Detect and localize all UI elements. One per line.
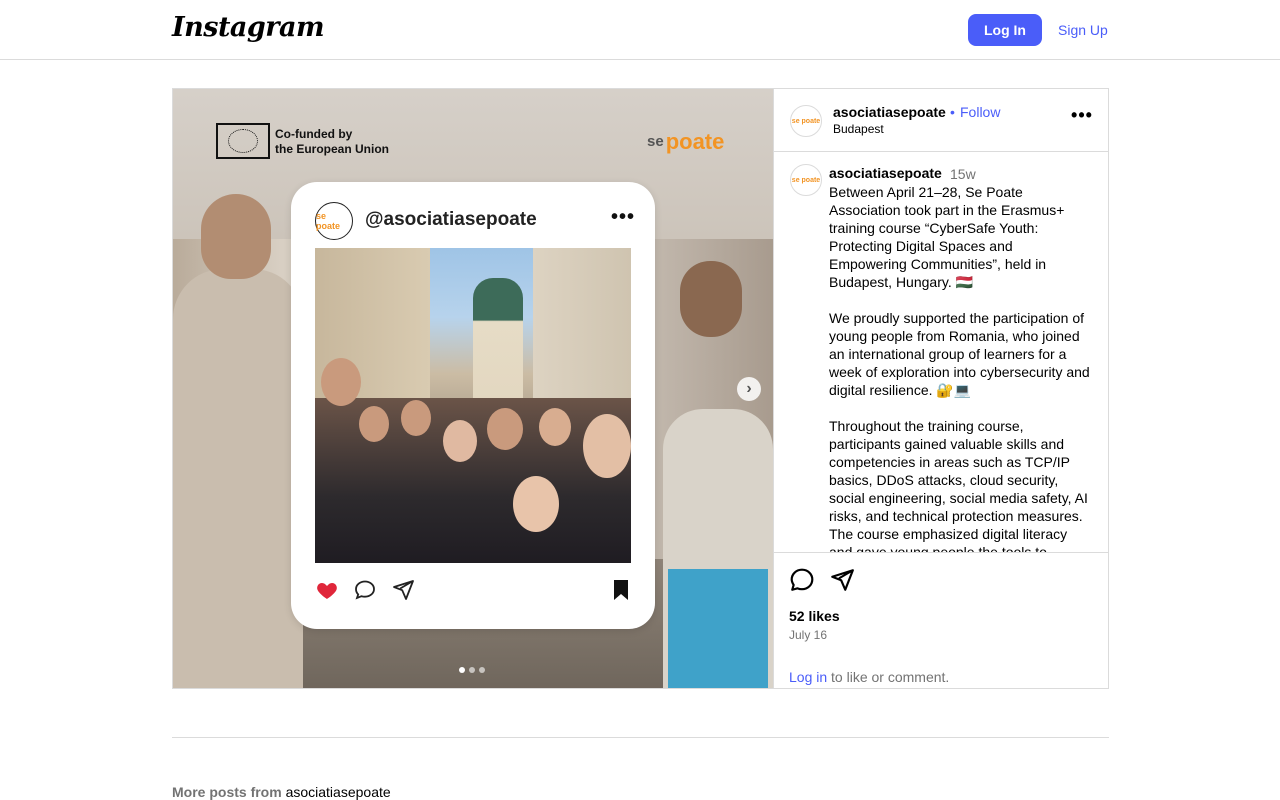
carousel-dot xyxy=(469,667,475,673)
post-side-panel: se poate asociatiasepoate • Follow Budap… xyxy=(773,89,1109,688)
follow-button[interactable]: Follow xyxy=(960,104,1000,120)
photo-face xyxy=(443,420,477,462)
caption-avatar[interactable]: se poate xyxy=(790,164,822,196)
photo-face xyxy=(583,414,631,478)
media-person-right-head xyxy=(680,261,742,337)
more-posts-username[interactable]: asociatiasepoate xyxy=(286,784,391,800)
caption-area[interactable]: se poate asociatiasepoate 15w Between Ap… xyxy=(774,152,1109,552)
photo-face xyxy=(487,408,523,450)
comment-icon[interactable] xyxy=(789,567,815,593)
card-photo xyxy=(315,248,631,563)
caption-timestamp[interactable]: 15w xyxy=(950,166,976,182)
comment-icon xyxy=(355,580,375,600)
eu-cofunded-text: Co-funded by the European Union xyxy=(275,127,389,156)
card-more-icon: ••• xyxy=(611,206,636,228)
header-separator: • xyxy=(950,104,955,120)
post-header: se poate asociatiasepoate • Follow Budap… xyxy=(774,89,1109,152)
photo-face xyxy=(539,408,571,446)
author-avatar[interactable]: se poate xyxy=(790,105,822,137)
carousel-dot xyxy=(479,667,485,673)
photo-face xyxy=(359,406,389,442)
bookmark-icon xyxy=(614,580,628,600)
brand-poate-text: poate xyxy=(665,129,725,154)
signup-link[interactable]: Sign Up xyxy=(1050,14,1116,46)
login-prompt: Log in to like or comment. xyxy=(789,669,949,685)
card-avatar: se poate xyxy=(315,202,353,240)
card-actions xyxy=(315,578,631,604)
media-person-right-legs xyxy=(668,569,768,688)
media-person-left-head xyxy=(201,194,271,279)
card-username: @asociatiasepoate xyxy=(365,209,537,230)
more-options-icon[interactable]: ••• xyxy=(1070,106,1094,131)
share-icon[interactable] xyxy=(829,567,855,593)
login-prompt-text: to like or comment. xyxy=(827,669,950,685)
top-bar: Instagram Log In Sign Up xyxy=(0,0,1280,60)
carousel-next-button[interactable]: › xyxy=(737,377,761,401)
photo-face xyxy=(401,400,431,436)
carousel-dot xyxy=(459,667,465,673)
heart-icon xyxy=(317,583,337,599)
author-username[interactable]: asociatiasepoate xyxy=(833,104,946,120)
more-posts-heading: More posts from asociatiasepoate xyxy=(172,784,391,800)
se-poate-logo: se poate xyxy=(647,121,725,163)
photo-face xyxy=(321,358,361,406)
media-person-left xyxy=(173,269,303,688)
post-actions: 52 likes July 16 Log in to like or comme… xyxy=(774,552,1109,688)
caption-username[interactable]: asociatiasepoate xyxy=(829,165,942,181)
post-media[interactable]: Co-funded by the European Union se poate… xyxy=(173,89,773,688)
post-location[interactable]: Budapest xyxy=(833,122,884,136)
carousel-indicator xyxy=(459,667,485,673)
post: Co-funded by the European Union se poate… xyxy=(172,88,1109,689)
post-date[interactable]: July 16 xyxy=(789,628,827,642)
login-link[interactable]: Log in xyxy=(789,669,827,685)
caption-text: Between April 21–28, Se Poate Associatio… xyxy=(829,184,1090,552)
photo-church-tower xyxy=(473,278,523,418)
section-divider xyxy=(172,737,1109,738)
instagram-logo[interactable]: Instagram xyxy=(172,12,325,43)
login-button[interactable]: Log In xyxy=(968,14,1042,46)
likes-count[interactable]: 52 likes xyxy=(789,608,840,624)
brand-se-text: se xyxy=(647,133,664,150)
more-posts-prefix: More posts from xyxy=(172,784,286,800)
instagram-card-graphic: se poate @asociatiasepoate ••• xyxy=(291,182,655,629)
photo-face xyxy=(513,476,559,532)
share-icon xyxy=(393,580,414,600)
eu-flag-icon xyxy=(216,123,270,159)
